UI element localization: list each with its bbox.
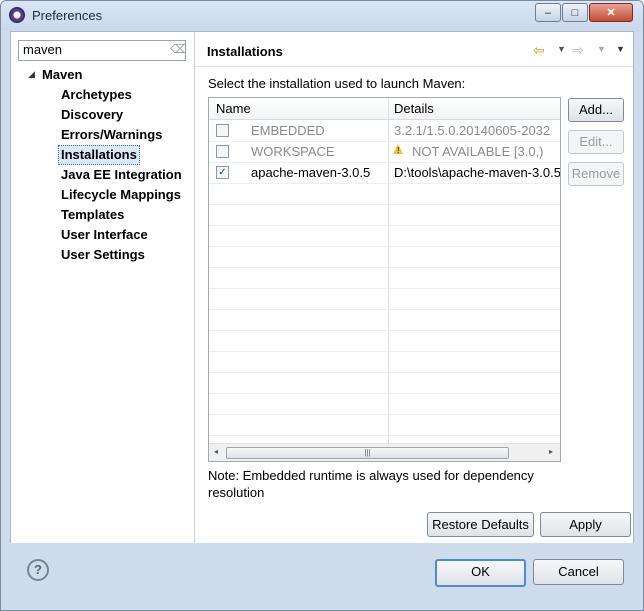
row-name: EMBEDDED <box>251 123 325 138</box>
table-row-empty <box>209 351 560 373</box>
installations-page: Installations ⇦ ▼ ⇨ ▼ ▼ Select the insta… <box>195 32 633 543</box>
row-checkbox[interactable] <box>216 145 229 158</box>
edit-button[interactable]: Edit... <box>568 130 624 154</box>
tree-item-user-interface[interactable]: User Interface <box>61 226 148 244</box>
row-details: D:\tools\apache-maven-3.0.5 <box>394 165 561 180</box>
window-title: Preferences <box>32 8 103 23</box>
table-row-empty <box>209 309 560 331</box>
tree-item-lifecycle-mappings[interactable]: Lifecycle Mappings <box>61 186 181 204</box>
table-row-empty <box>209 372 560 394</box>
table-row[interactable]: WORKSPACE ! NOT AVAILABLE [3.0,) <box>209 141 560 163</box>
ok-button[interactable]: OK <box>435 559 526 587</box>
close-button[interactable]: ✕ <box>589 3 633 22</box>
page-title: Installations <box>207 44 283 59</box>
restore-defaults-button[interactable]: Restore Defaults <box>427 512 534 537</box>
table-row-empty <box>209 414 560 436</box>
tree-item-discovery[interactable]: Discovery <box>61 106 123 124</box>
minimize-button[interactable]: – <box>535 3 561 22</box>
title-bar[interactable]: Preferences – □ ✕ <box>1 1 643 31</box>
tree-item-maven[interactable]: Maven <box>42 66 82 84</box>
tree-item-java-ee-integration[interactable]: Java EE Integration <box>61 166 182 184</box>
scroll-right-icon[interactable]: ▸ <box>549 447 553 456</box>
preferences-window: Preferences – □ ✕ ⌫ ◢ Maven Archetypes D… <box>0 0 644 611</box>
maximize-button[interactable]: □ <box>562 3 588 22</box>
back-dropdown-icon[interactable]: ▼ <box>557 44 566 54</box>
warning-mark: ! <box>397 146 400 155</box>
table-row[interactable]: ✓ apache-maven-3.0.5 D:\tools\apache-mav… <box>209 162 560 184</box>
title-separator <box>195 66 633 67</box>
cancel-button[interactable]: Cancel <box>533 559 624 585</box>
scroll-thumb[interactable]: ||| <box>226 447 509 459</box>
table-row[interactable]: EMBEDDED 3.2.1/1.5.0.20140605-2032 <box>209 120 560 142</box>
filter-input[interactable] <box>19 41 167 58</box>
remove-button[interactable]: Remove <box>568 162 624 186</box>
tree-item-templates[interactable]: Templates <box>61 206 124 224</box>
column-header-details[interactable]: Details <box>394 101 434 116</box>
dialog-content: ⌫ ◢ Maven Archetypes Discovery Errors/Wa… <box>10 31 634 544</box>
row-checkbox-checked[interactable]: ✓ <box>216 166 229 179</box>
tree-item-installations[interactable]: Installations <box>58 145 140 165</box>
clear-filter-icon[interactable]: ⌫ <box>170 43 187 56</box>
filter-field[interactable]: ⌫ <box>18 40 187 61</box>
tree-item-errors-warnings[interactable]: Errors/Warnings <box>61 126 162 144</box>
add-button[interactable]: Add... <box>568 98 624 122</box>
table-row-empty <box>209 267 560 289</box>
view-menu-icon[interactable]: ▼ <box>616 44 625 54</box>
table-row-empty <box>209 183 560 205</box>
horizontal-scrollbar[interactable]: ◂ ||| ▸ <box>209 443 560 461</box>
row-name: apache-maven-3.0.5 <box>251 165 371 180</box>
row-details: NOT AVAILABLE [3.0,) <box>412 144 544 159</box>
tree-item-user-settings[interactable]: User Settings <box>61 246 145 264</box>
table-row-empty <box>209 330 560 352</box>
forward-dropdown-icon[interactable]: ▼ <box>597 44 606 54</box>
help-icon[interactable]: ? <box>27 559 49 581</box>
table-row-empty <box>209 225 560 247</box>
tree-item-archetypes[interactable]: Archetypes <box>61 86 132 104</box>
installations-table[interactable]: Name Details EMBEDDED 3.2.1/1.5.0.201406… <box>208 97 561 462</box>
scroll-left-icon[interactable]: ◂ <box>214 447 218 456</box>
embedded-runtime-note: Note: Embedded runtime is always used fo… <box>208 468 534 500</box>
page-description: Select the installation used to launch M… <box>208 76 466 91</box>
back-arrow-icon[interactable]: ⇦ <box>533 42 545 59</box>
table-header: Name Details <box>209 98 560 120</box>
forward-arrow-icon[interactable]: ⇨ <box>572 42 584 59</box>
table-row-empty <box>209 288 560 310</box>
row-checkbox[interactable] <box>216 124 229 137</box>
preferences-tree-panel: ⌫ ◢ Maven Archetypes Discovery Errors/Wa… <box>11 32 195 543</box>
apply-button[interactable]: Apply <box>540 512 631 537</box>
row-name: WORKSPACE <box>251 144 335 159</box>
table-row-empty <box>209 393 560 415</box>
table-row-empty <box>209 204 560 226</box>
table-row-empty <box>209 246 560 268</box>
tree-expanded-icon[interactable]: ◢ <box>28 69 35 80</box>
row-details: 3.2.1/1.5.0.20140605-2032 <box>394 123 551 138</box>
column-header-name[interactable]: Name <box>216 101 251 116</box>
eclipse-app-icon <box>9 7 25 23</box>
